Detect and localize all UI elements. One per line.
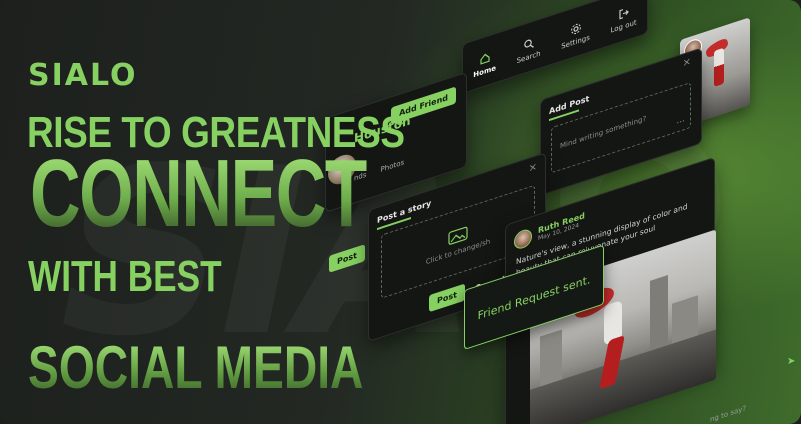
brand-logo: SIALO <box>28 58 138 93</box>
close-icon[interactable]: × <box>529 161 537 175</box>
nav-item-label: Home <box>473 63 496 79</box>
headline-line-2: CONNECT <box>30 140 368 247</box>
logout-icon <box>618 8 629 20</box>
comment-input-placeholder[interactable]: ng to say? <box>710 404 746 424</box>
send-icon[interactable]: ➤ <box>787 356 795 367</box>
nav-item-logout[interactable]: Log out <box>610 3 637 35</box>
hero-banner: SIA Home Search Settings Log out Houston… <box>0 0 801 424</box>
post-input-placeholder: Mind writing something? <box>560 114 647 151</box>
image-upload-icon <box>448 226 468 245</box>
home-icon <box>480 53 490 65</box>
headline-line-3: WITH BEST <box>28 252 222 301</box>
gear-icon <box>570 23 581 34</box>
tab-photos[interactable]: Photos <box>381 158 405 174</box>
nav-item-label: Search <box>516 48 541 65</box>
photo-runner <box>714 47 724 87</box>
close-icon[interactable]: × <box>683 56 691 70</box>
nav-item-home[interactable]: Home <box>473 48 496 79</box>
nav-item-label: Log out <box>610 17 637 35</box>
author-avatar[interactable] <box>514 227 532 252</box>
search-icon <box>523 39 534 48</box>
headline-line-4: SOCIAL MEDIA <box>28 334 364 401</box>
nav-item-settings[interactable]: Settings <box>561 18 590 50</box>
nav-item-label: Settings <box>561 32 590 51</box>
post-button[interactable]: Post <box>429 283 465 313</box>
add-post-title: Add Post <box>549 93 590 117</box>
nav-item-search[interactable]: Search <box>517 34 541 65</box>
